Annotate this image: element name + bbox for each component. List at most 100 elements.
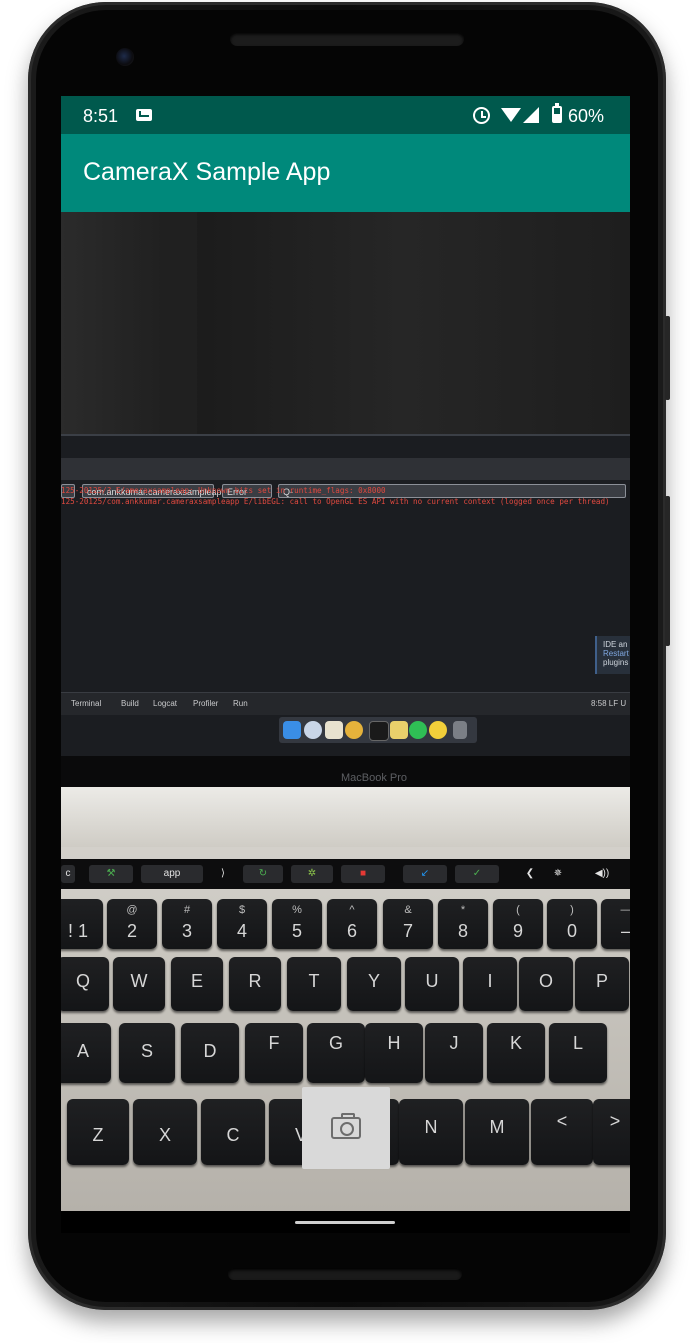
ide-notification-line-1: IDE an <box>603 640 628 649</box>
touchbar-collapse: ❮ <box>525 868 535 879</box>
key-x: X <box>133 1099 197 1165</box>
background-doorframe <box>169 212 197 434</box>
ide-bottom-tabs: Terminal Build Logcat Profiler Run 8:58 … <box>61 692 630 715</box>
camera-preview[interactable]: com.ankkumar.cameraxsampleap Error Q- 12… <box>61 212 630 1211</box>
ide-status-right: 8:58 LF U <box>591 699 627 708</box>
gmail-icon <box>136 109 152 121</box>
key-comma: < <box>531 1099 593 1165</box>
key-7: & 7 <box>383 899 433 949</box>
background-wall <box>61 212 630 440</box>
app-title: CameraX Sample App <box>83 158 331 186</box>
key-minus: —– <box>601 899 630 949</box>
key-1: ! 1 <box>61 899 103 949</box>
ide-tab-terminal: Terminal <box>71 699 102 708</box>
touchbar-apply-icon: ↻ <box>243 865 283 883</box>
key-c: C <box>201 1099 265 1165</box>
volume-rocker <box>665 496 670 646</box>
notes-icon <box>390 721 408 739</box>
chrome-icon <box>345 721 363 739</box>
touchbar-debug-icon: ✲ <box>291 865 333 883</box>
ide-tab-run: Run <box>233 699 248 708</box>
preview-app-icon <box>325 721 343 739</box>
ide-tab-profiler: Profiler <box>193 699 219 708</box>
touchbar-chevron: ⟩ <box>221 868 225 879</box>
ide-tab-logcat: Logcat <box>153 699 178 708</box>
log-line-2: 125-20125/com.ankkumar.cameraxsampleapp … <box>61 497 610 506</box>
finder-icon <box>283 721 301 739</box>
key-e: E <box>171 957 223 1011</box>
key-period: > <box>593 1099 630 1165</box>
ide-toolbar: com.ankkumar.cameraxsampleap Error Q- <box>61 458 630 498</box>
touchbar-left: c <box>61 865 75 883</box>
touchbar-hammer-icon: ⚒ <box>89 865 133 883</box>
alarm-icon <box>473 107 490 124</box>
key-4: $4 <box>217 899 267 949</box>
trash-icon <box>453 721 467 739</box>
ide-notification-line-2: Restart <box>603 649 629 658</box>
log-line-1: 125-20125/? E/ameraxsampleap: Unknown bi… <box>61 486 386 495</box>
key-m: M <box>465 1099 529 1165</box>
key-l: L <box>549 1023 607 1083</box>
key-2: @2 <box>107 899 157 949</box>
key-g: G <box>307 1023 365 1083</box>
capture-button[interactable] <box>302 1087 390 1169</box>
macbook-label: MacBook Pro <box>341 772 408 784</box>
safari-icon <box>304 721 322 739</box>
touchbar-check-icon: ✓ <box>455 865 499 883</box>
power-button <box>665 316 670 400</box>
preview-monitor: com.ankkumar.cameraxsampleap Error Q- 12… <box>61 434 630 758</box>
device-screen: 8:51 60% CameraX Sample App com.ankkumar… <box>61 96 630 1233</box>
key-z: Z <box>67 1099 129 1165</box>
battery-charging-icon <box>552 103 562 123</box>
home-gesture-pill[interactable] <box>295 1221 395 1224</box>
key-t: T <box>287 957 341 1011</box>
key-f: F <box>245 1023 303 1083</box>
ide-tab-build: Build <box>121 699 139 708</box>
whatsapp-icon <box>409 721 427 739</box>
touchbar-stop-icon: ■ <box>341 865 385 883</box>
wifi-icon <box>501 108 521 122</box>
touchbar-volume-icon: ◀)) <box>594 868 610 879</box>
key-0: ) 0 <box>547 899 597 949</box>
android-studio-icon <box>429 721 447 739</box>
key-a: A <box>61 1023 111 1083</box>
mac-dock <box>279 717 477 743</box>
app-bar: CameraX Sample App <box>61 134 630 212</box>
key-y: Y <box>347 957 401 1011</box>
navigation-bar <box>61 1211 630 1233</box>
touchbar-sync-icon: ↙ <box>403 865 447 883</box>
key-p: P <box>575 957 629 1011</box>
front-camera-lens <box>116 48 134 66</box>
key-3: #3 <box>162 899 212 949</box>
signal-icon <box>523 107 539 123</box>
status-time: 8:51 <box>83 106 119 126</box>
key-u: U <box>405 957 459 1011</box>
key-k: K <box>487 1023 545 1083</box>
top-speaker <box>230 32 464 46</box>
touchbar-run-config: app <box>141 865 203 883</box>
terminal-icon <box>369 721 389 741</box>
camera-icon <box>331 1113 361 1139</box>
key-h: H <box>365 1023 423 1083</box>
touchbar-brightness-icon: ✵ <box>553 868 563 879</box>
key-r: R <box>229 957 281 1011</box>
key-6: ^ 6 <box>327 899 377 949</box>
key-s: S <box>119 1023 175 1083</box>
bottom-speaker <box>228 1268 462 1280</box>
key-o: O <box>519 957 573 1011</box>
battery-percent: 60% <box>568 106 605 126</box>
key-5: % 5 <box>272 899 322 949</box>
key-w: W <box>113 957 165 1011</box>
key-d: D <box>181 1023 239 1083</box>
key-n: N <box>399 1099 463 1165</box>
key-8: * 8 <box>438 899 488 949</box>
key-9: (9 <box>493 899 543 949</box>
key-i: I <box>463 957 517 1011</box>
deck-gloss <box>61 787 630 847</box>
status-bar: 8:51 60% <box>61 96 630 134</box>
ide-notification-line-3: plugins <box>603 658 629 667</box>
key-j: J <box>425 1023 483 1083</box>
ide-notification: IDE an Restart plugins <box>595 636 630 674</box>
key-q: Q <box>61 957 109 1011</box>
touch-bar: c ⚒ app ⟩ ↻ ✲ ■ ↙ ✓ ❮ ✵ ◀)) <box>61 859 630 889</box>
